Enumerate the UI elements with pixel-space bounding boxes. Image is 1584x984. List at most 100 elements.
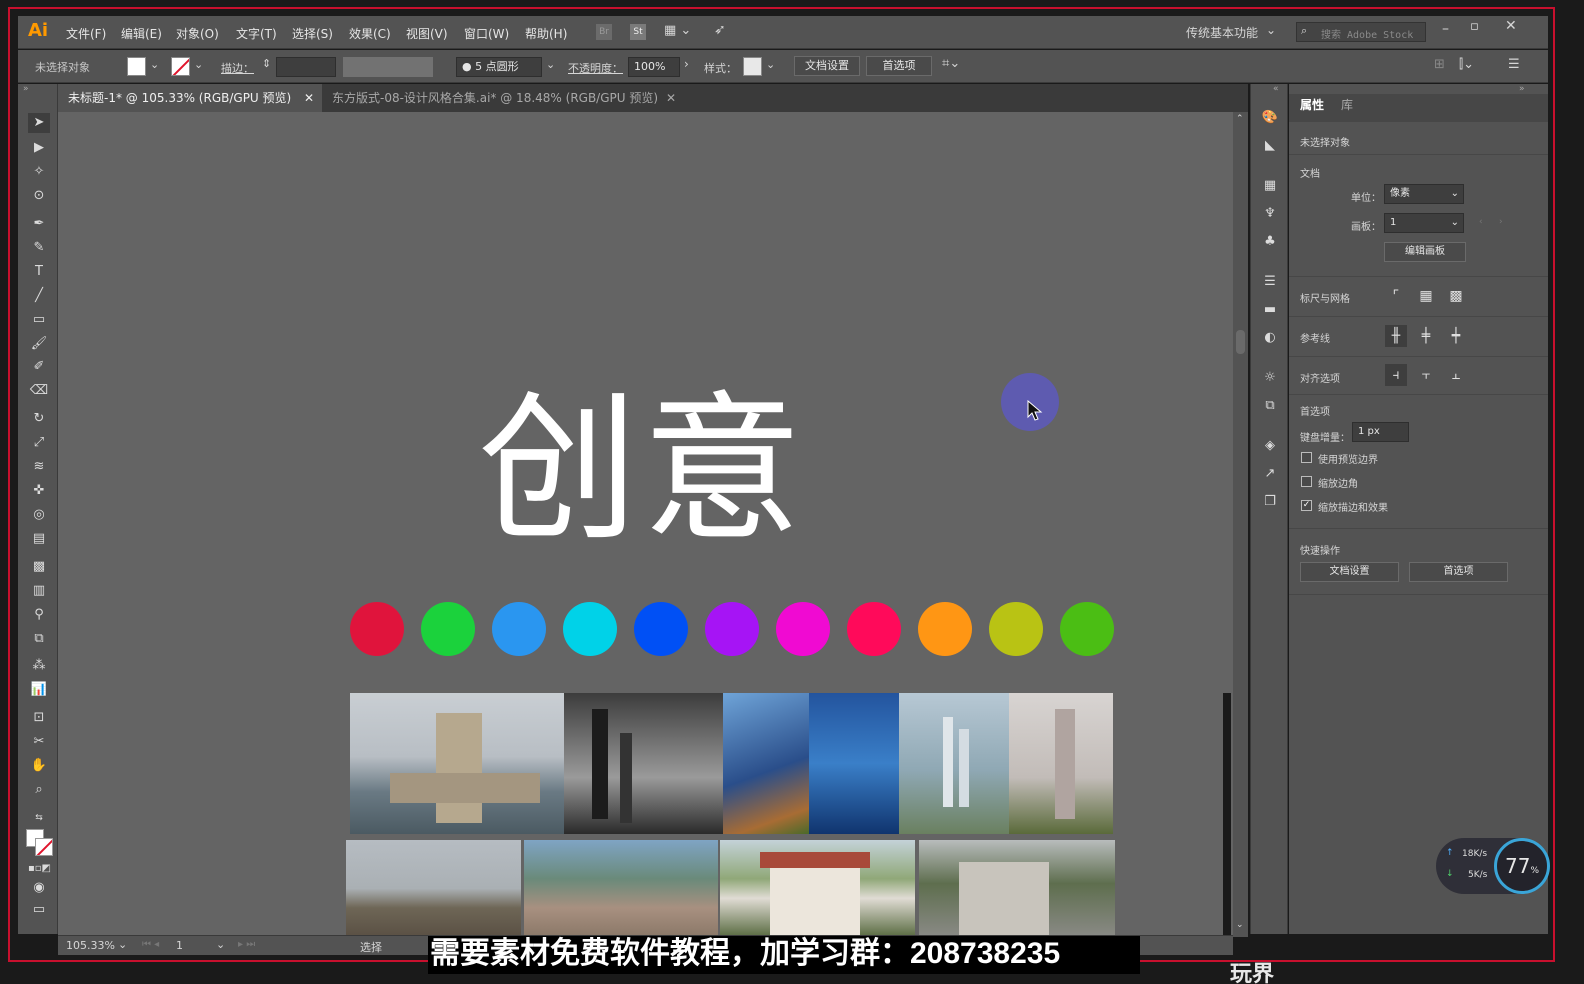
bridge-icon[interactable]: Br <box>596 24 612 40</box>
opacity-field[interactable]: 100% <box>628 57 680 77</box>
stroke-color-box[interactable] <box>35 838 53 856</box>
photo-village-house[interactable] <box>720 840 915 937</box>
grid-icon[interactable]: ▦ <box>1415 285 1437 307</box>
selection-tool-icon[interactable]: ➤ <box>28 113 50 133</box>
warp-tool-icon[interactable]: ≋ <box>28 457 50 477</box>
color-dot[interactable] <box>705 602 759 656</box>
artboard-select[interactable]: 1 ⌄ <box>1384 213 1464 233</box>
graphic-style-swatch[interactable] <box>743 57 762 76</box>
stroke-panel-icon[interactable]: ☰ <box>1261 273 1279 291</box>
tab-dongfang[interactable]: 东方版式-08-设计风格合集.ai* @ 18.48% (RGB/GPU 预览)… <box>322 84 686 112</box>
hand-tool-icon[interactable]: ✋ <box>28 756 50 776</box>
arrange-icon[interactable]: ⫿⌄ <box>1459 57 1474 72</box>
draw-mode-icon[interactable]: ◉ <box>28 878 50 898</box>
workspace-switcher[interactable]: 传统基本功能 <box>1186 24 1258 41</box>
preferences-button[interactable]: 首选项 <box>866 56 932 76</box>
stroke-swatch[interactable] <box>171 57 190 76</box>
scroll-up-icon[interactable]: ⌃ <box>1236 114 1244 124</box>
tab-properties[interactable]: 属性 <box>1300 96 1324 113</box>
menu-object[interactable]: 对象(O) <box>176 25 219 42</box>
gradient-panel-icon[interactable]: ▬ <box>1261 301 1279 319</box>
artboards-icon[interactable]: ❐ <box>1261 493 1279 511</box>
menu-type[interactable]: 文字(T) <box>236 25 277 42</box>
photo-spiral-tower[interactable] <box>1009 693 1113 834</box>
fill-swatch[interactable] <box>127 57 146 76</box>
pen-tool-icon[interactable]: ✒ <box>28 214 50 234</box>
photo-modern-house[interactable] <box>723 693 809 834</box>
smart-guides-icon[interactable]: ┿ <box>1445 325 1467 347</box>
line-tool-icon[interactable]: ╱ <box>28 286 50 306</box>
snap-to-point-icon[interactable]: ⫞ <box>1385 364 1407 386</box>
color-dot[interactable] <box>350 602 404 656</box>
last-artboard-icon[interactable]: ▸ ⏭ <box>238 939 255 950</box>
transparency-grid-icon[interactable]: ▩ <box>1445 285 1467 307</box>
stock-icon[interactable]: St <box>630 24 646 40</box>
shape-builder-icon[interactable]: ◎ <box>28 505 50 525</box>
snap-to-pixel-icon[interactable]: ⫟ <box>1415 364 1437 386</box>
artboard-number[interactable]: 1 <box>176 939 183 952</box>
photo-old-building[interactable] <box>919 840 1115 937</box>
edit-artboards-button[interactable]: 编辑画板 <box>1384 242 1466 262</box>
show-guides-icon[interactable]: ╫ <box>1385 325 1407 347</box>
gradient-tool-icon[interactable]: ▥ <box>28 581 50 601</box>
memory-gauge[interactable]: 77% <box>1494 838 1550 894</box>
color-dot[interactable] <box>1060 602 1114 656</box>
collapse-icon[interactable]: » <box>23 84 29 94</box>
blend-tool-icon[interactable]: ⧉ <box>28 629 50 649</box>
artboard-tool-icon[interactable]: ⊡ <box>28 708 50 728</box>
chevron-down-icon[interactable]: ⌄ <box>546 58 555 71</box>
lasso-icon[interactable]: ⊙ <box>28 186 50 206</box>
chevron-down-icon[interactable]: ⌄ <box>1266 23 1276 37</box>
slice-tool-icon[interactable]: ✂ <box>28 732 50 752</box>
rulers-icon[interactable]: ⌜ <box>1385 285 1407 307</box>
keyboard-increment-field[interactable]: 1 px <box>1352 422 1409 442</box>
align-icon[interactable]: ⌗⌄ <box>942 56 960 71</box>
close-icon[interactable]: ✕ <box>1505 18 1517 34</box>
close-tab-icon[interactable]: ✕ <box>666 84 676 112</box>
column-graph-icon[interactable]: 📊 <box>28 680 50 700</box>
menu-edit[interactable]: 编辑(E) <box>121 25 162 42</box>
menu-view[interactable]: 视图(V) <box>406 25 448 42</box>
type-tool-icon[interactable]: T <box>28 262 50 282</box>
close-tab-icon[interactable]: ✕ <box>304 84 314 112</box>
photo-belem-tower[interactable] <box>350 693 564 834</box>
appearance-icon[interactable]: ☼ <box>1261 369 1279 387</box>
color-dot[interactable] <box>989 602 1043 656</box>
scroll-thumb[interactable] <box>1236 330 1245 354</box>
chevron-right-icon[interactable]: › <box>684 57 689 71</box>
zoom-level[interactable]: 105.33% <box>66 939 115 952</box>
document-setup-button[interactable]: 文档设置 <box>794 56 860 76</box>
menu-file[interactable]: 文件(F) <box>66 25 106 42</box>
color-dot[interactable] <box>776 602 830 656</box>
panel-menu-icon[interactable]: ☰ <box>1508 57 1520 72</box>
qa-preferences-button[interactable]: 首选项 <box>1409 562 1508 582</box>
asset-export-icon[interactable]: ↗ <box>1261 465 1279 483</box>
arrange-documents-icon[interactable]: ▦ ⌄ <box>664 23 691 38</box>
photo-blue-architecture[interactable] <box>809 693 899 834</box>
brushes-icon[interactable]: ♆ <box>1261 205 1279 223</box>
eraser-icon[interactable]: ⌫ <box>28 381 50 401</box>
variable-width-profile[interactable] <box>343 57 433 77</box>
color-dot[interactable] <box>563 602 617 656</box>
gpu-performance-icon[interactable]: ➶ <box>714 22 726 38</box>
lock-guides-icon[interactable]: ╪ <box>1415 325 1437 347</box>
chevron-down-icon[interactable]: ⌄ <box>150 58 159 71</box>
shaper-tool-icon[interactable]: ✐ <box>28 357 50 377</box>
color-dot[interactable] <box>421 602 475 656</box>
vertical-scrollbar[interactable]: ⌃ ⌄ <box>1233 112 1248 937</box>
chevron-down-icon[interactable]: ⌄ <box>118 938 127 951</box>
scale-strokes-checkbox[interactable]: ✓ <box>1301 500 1312 511</box>
color-guide-icon[interactable]: ◣ <box>1261 137 1279 155</box>
chevron-down-icon[interactable]: ⌄ <box>194 58 203 71</box>
first-artboard-icon[interactable]: ⏮ ◂ <box>142 939 159 950</box>
maximize-icon[interactable]: ▫ <box>1470 19 1479 34</box>
tab-untitled[interactable]: 未标题-1* @ 105.33% (RGB/GPU 预览) ✕ <box>58 84 322 112</box>
magic-wand-icon[interactable]: ✧ <box>28 162 50 182</box>
chevron-down-icon[interactable]: ⌄ <box>216 938 225 951</box>
stroke-label[interactable]: 描边： <box>221 60 254 76</box>
rotate-tool-icon[interactable]: ↻ <box>28 409 50 429</box>
stroke-weight-field[interactable] <box>276 57 336 77</box>
swatches-icon[interactable]: ▦ <box>1261 177 1279 195</box>
screen-mode-icon[interactable]: ▭ <box>28 900 50 920</box>
swap-fill-stroke-icon[interactable]: ⇆ <box>28 808 50 828</box>
